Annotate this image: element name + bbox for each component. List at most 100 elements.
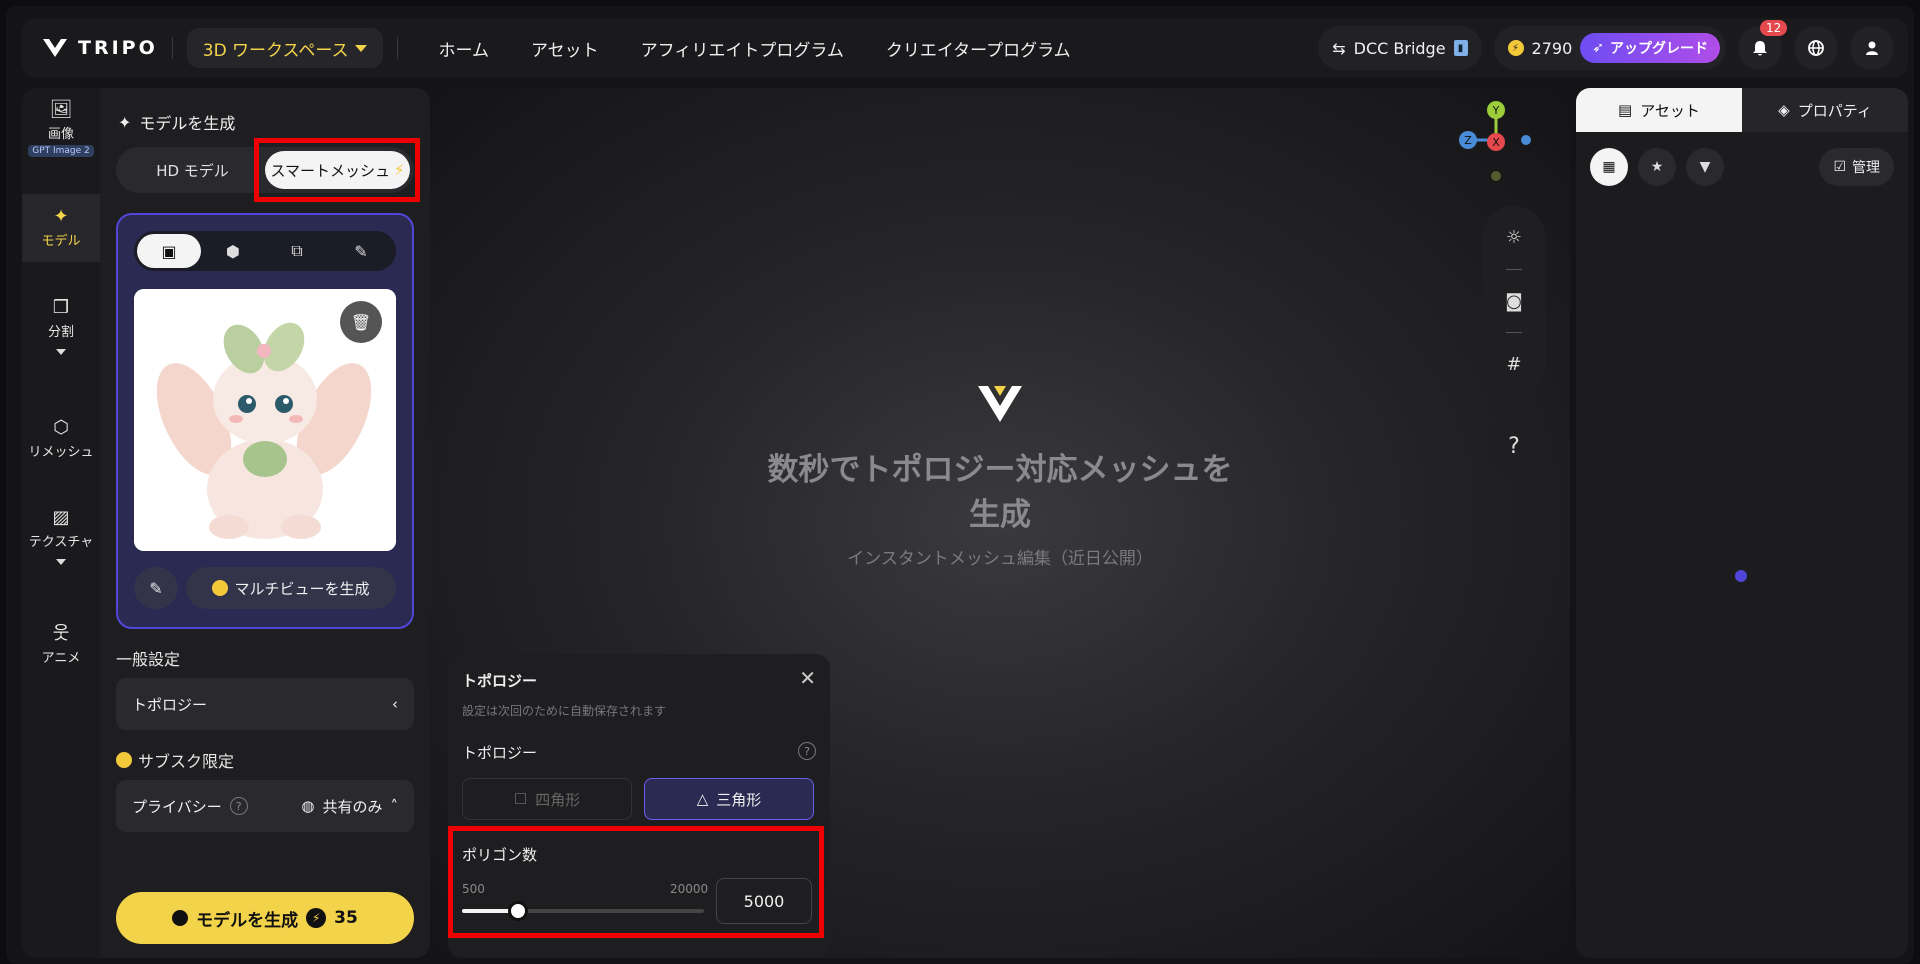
generate-model-button[interactable]: モデルを生成 ⚡ 35 [116,892,414,944]
nav-creator[interactable]: クリエイタープログラム [865,36,1092,61]
rail-model[interactable]: ✦ モデル [22,194,100,262]
triangle-label: 三角形 [716,790,762,809]
help-icon[interactable]: ? [798,742,816,760]
credits-pill[interactable]: ⚡ 2790 ➶ アップグレード [1493,26,1726,70]
privacy-value: 共有のみ [322,797,383,816]
y-axis-label: Y [1492,104,1500,117]
rail-image-label: 画像 [47,127,74,142]
generate-cost: 35 [334,908,358,928]
loading-indicator [1735,570,1747,582]
privacy-select[interactable]: ◍ 共有のみ ˄ [301,796,398,817]
trash-icon: 🗑 [350,312,372,332]
properties-tab-label: プロパティ [1797,101,1872,120]
header-right: ⇆ DCC Bridge ▮ ⚡ 2790 ➶ アップグレード 12 [1318,20,1894,70]
credit-count: 2790 [1531,38,1573,58]
triangle-icon: △ [696,790,709,808]
grid-view-button[interactable]: ▦ [1590,148,1628,186]
upgrade-button[interactable]: ➶ アップグレード [1580,33,1720,63]
topology-row-label: トポロジー [132,695,208,714]
crown-icon [172,910,189,926]
bolt-icon: ⚡ [306,908,327,928]
dcc-bridge-button[interactable]: ⇆ DCC Bridge ▮ [1318,26,1482,70]
rail-anime[interactable]: 웃 アニメ [22,624,100,667]
rail-split-label: 分割 [47,325,74,340]
card-actions: ✎ マルチビューを生成 [134,567,396,609]
multiview-label: マルチビューを生成 [234,579,370,598]
account-button[interactable] [1850,26,1894,70]
panel-title-text: モデルを生成 [139,114,236,133]
hd-model-tab[interactable]: HD モデル [120,151,265,189]
workspace-label: 3D ワークスペース [202,40,349,61]
quad-option[interactable]: ☐ 四角形 [462,778,632,820]
subscription-heading: サブスク限定 [116,748,234,772]
rail-model-label: モデル [41,234,81,249]
grid-icon: ▦ [1602,159,1616,175]
tab-single-image[interactable]: ▣ [137,234,201,268]
sparkle-icon: ✦ [118,112,132,132]
delete-image-button[interactable]: 🗑 [340,301,382,343]
rail-texture-label: テクスチャ [28,535,94,550]
uploaded-image-preview[interactable]: 🗑 [134,289,396,551]
lighting-button[interactable]: ☼ [1482,206,1546,269]
tab-draw[interactable]: ✎ [329,234,393,268]
subscription-label: サブスク限定 [138,752,235,771]
filter-icon: ▼ [1699,159,1711,175]
workspace-dropdown[interactable]: 3D ワークスペース [186,28,383,68]
edit-image-button[interactable]: ✎ [134,567,178,609]
notifications-button[interactable]: 12 [1738,20,1788,70]
filter-button[interactable]: ▼ [1686,148,1724,186]
rail-split[interactable]: ❒ 分割 [22,298,100,355]
nav-assets[interactable]: アセット [510,36,620,61]
sparkle-icon: ✦ [53,206,69,227]
privacy-label: プライバシー [132,797,222,816]
highlight-box [448,826,824,938]
brand-name: TRIPO [78,37,158,59]
generate-multiview-button[interactable]: マルチビューを生成 [186,567,396,609]
close-icon[interactable]: ✕ [799,666,816,690]
tab-properties[interactable]: ◈ プロパティ [1742,88,1908,132]
help-button[interactable]: ? [1482,414,1546,478]
axis-gizmo[interactable]: Y Z X [1446,96,1536,186]
triangle-option[interactable]: △ 三角形 [644,778,814,820]
divider [396,37,398,59]
rail-texture[interactable]: ▨ テクスチャ [22,508,100,565]
language-button[interactable] [1794,26,1838,70]
rail-remesh[interactable]: ⬡ リメッシュ [22,418,100,461]
quad-label: 四角形 [535,790,581,809]
star-icon: ★ [1650,159,1664,175]
camera-button[interactable]: ◙ [1482,270,1546,333]
cube-icon: ⬢ [226,241,240,261]
grid-button[interactable]: # [1482,333,1546,396]
chevron-up-icon: ˄ [390,797,399,815]
favorites-button[interactable]: ★ [1638,148,1676,186]
topology-row[interactable]: トポロジー ‹ [116,678,414,730]
bridge-app-icon: ▮ [1453,40,1468,56]
nav-home[interactable]: ホーム [418,36,511,61]
chevron-down-icon [354,44,367,52]
topology-popup-title: トポロジー [462,672,538,690]
assets-tab-label: アセット [1640,101,1700,120]
asset-panel-tabs: ▤ アセット ◈ プロパティ [1576,88,1908,132]
help-icon[interactable]: ? [229,797,248,815]
cube-icon: ❒ [52,297,70,318]
empty-state-title: 数秒でトポロジー対応メッシュを生成 [767,452,1233,533]
autosave-note: 設定は次回のために自動保存されます [462,704,667,718]
logo[interactable]: TRIPO [42,37,158,59]
layers-icon: ◈ [1778,101,1790,119]
z-axis-label: Z [1464,134,1472,147]
rail-image[interactable]: 🖼 画像 GPT Image 2 [22,100,100,157]
chevron-down-icon[interactable] [56,349,66,355]
chevron-down-icon[interactable] [56,559,66,565]
rocket-icon: ➶ [1592,40,1604,56]
manage-button[interactable]: ☑ 管理 [1819,148,1894,186]
nav-affiliate[interactable]: アフィリエイトプログラム [620,36,865,61]
tab-multi-image[interactable]: ⧉ [265,234,329,268]
input-card: ▣ ⬢ ⧉ ✎ 🗑 ✎ マルチビューを生成 [116,213,414,629]
crown-icon [116,752,132,768]
rail-remesh-label: リメッシュ [28,445,94,460]
checkbox-icon: ☑ [1833,159,1846,175]
privacy-row[interactable]: プライバシー ? ◍ 共有のみ ˄ [116,780,414,832]
tab-3d[interactable]: ⬢ [201,234,265,268]
tab-assets[interactable]: ▤ アセット [1576,88,1742,132]
archive-icon: ▤ [1618,101,1633,119]
